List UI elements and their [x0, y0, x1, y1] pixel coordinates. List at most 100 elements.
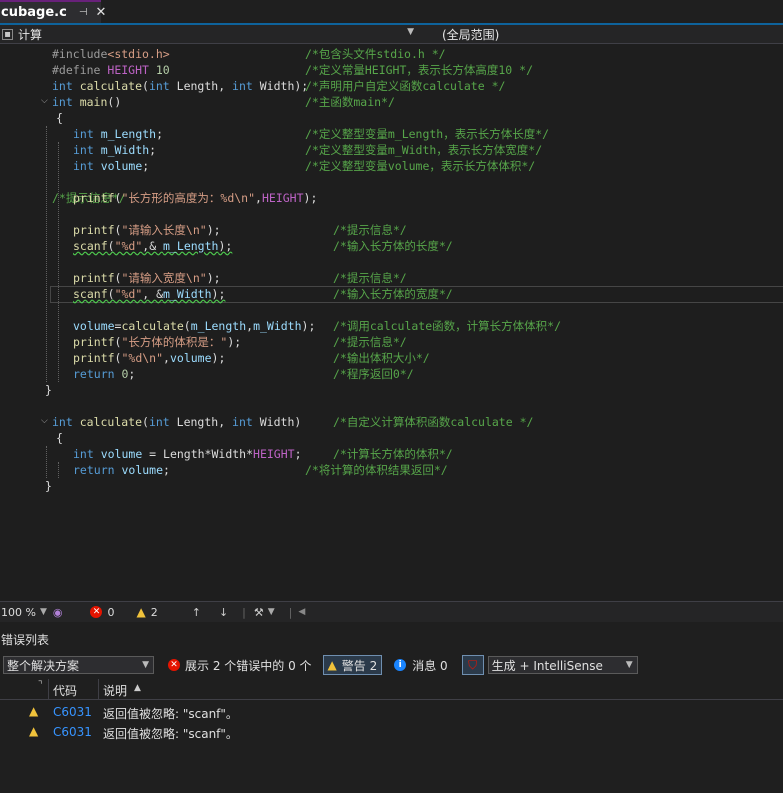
- code-line[interactable]: int m_Width;: [73, 142, 156, 158]
- warning-code-link[interactable]: C6031: [53, 705, 92, 719]
- code-line[interactable]: int calculate(int Length, int Width): [52, 414, 301, 430]
- errors-filter-button[interactable]: ✕ 展示 2 个错误中的 0 个: [168, 655, 312, 675]
- code-line[interactable]: return volume;: [73, 462, 170, 478]
- code-token: (: [142, 79, 149, 93]
- code-token: int: [148, 79, 177, 93]
- code-line[interactable]: int m_Length;: [73, 126, 163, 142]
- fold-collapse-icon[interactable]: ⌵: [41, 96, 48, 106]
- chevron-down-icon: ▼: [625, 660, 633, 670]
- code-line[interactable]: #include<stdio.h>: [52, 46, 170, 62]
- code-token: scanf: [73, 287, 108, 301]
- code-line[interactable]: printf("%d\n",volume);: [73, 350, 225, 366]
- member-scope-label: (全局范围): [442, 27, 500, 42]
- code-token: ;: [294, 447, 302, 461]
- messages-filter-button[interactable]: i 消息 0: [394, 655, 448, 675]
- code-token: (: [107, 239, 115, 253]
- code-token: int: [73, 143, 101, 157]
- code-editor[interactable]: /*包含头文件stdio.h */ #include<stdio.h> /*定义常量…: [0, 44, 783, 600]
- code-line[interactable]: }: [45, 382, 52, 398]
- code-token: m_Width: [100, 143, 150, 157]
- code-line[interactable]: return 0;: [73, 366, 135, 382]
- code-token: return: [73, 463, 122, 477]
- arrow-down-icon[interactable]: ↓: [219, 606, 228, 619]
- warning-count[interactable]: ▲ 2: [136, 605, 157, 619]
- warning-code-link[interactable]: C6031: [53, 725, 92, 739]
- code-token: calculate: [121, 319, 184, 333]
- scroll-left-icon[interactable]: ◀: [298, 607, 305, 617]
- code-token: (: [107, 287, 115, 301]
- code-line[interactable]: }: [45, 478, 52, 494]
- chevron-down-icon[interactable]: ▼: [40, 607, 47, 617]
- close-icon[interactable]: ✕: [96, 5, 107, 20]
- info-icon: i: [394, 659, 407, 671]
- brush-icon[interactable]: ⚒: [254, 606, 264, 619]
- code-line[interactable]: printf("请输入长度\n");: [73, 222, 221, 238]
- table-row[interactable]: ▲ C6031 返回值被忽略: "scanf"。: [0, 722, 783, 742]
- code-comment: /*计算长方体的体积*/: [333, 447, 453, 461]
- intellicode-icon[interactable]: ◉: [53, 606, 63, 619]
- column-description-header[interactable]: 说明: [103, 682, 127, 699]
- warning-icon: ▲: [327, 658, 337, 672]
- code-token: int: [73, 447, 101, 461]
- code-line[interactable]: {: [56, 430, 63, 446]
- code-comment: /*定义整型变量volume，表示长方体体积*/: [305, 159, 536, 173]
- error-count[interactable]: ✕ 0: [90, 606, 114, 619]
- code-line[interactable]: #define HEIGHT 10: [52, 62, 170, 78]
- sort-ascending-icon: ▲: [134, 683, 141, 693]
- code-comment: /*定义整型变量m_Width，表示长方体宽度*/: [305, 143, 543, 157]
- indent-guide: [46, 446, 47, 478]
- member-scope-dropdown[interactable]: (全局范围): [424, 25, 783, 43]
- pin-icon[interactable]: ⊣: [79, 7, 88, 18]
- code-token: m_Width: [163, 287, 212, 301]
- code-token: int: [73, 159, 101, 173]
- code-token: calculate: [79, 415, 143, 429]
- code-comment: /*自定义计算体积函数calculate */: [333, 415, 534, 429]
- fold-collapse-icon[interactable]: ⌵: [41, 416, 48, 426]
- error-list-header: ⌝ 代码 说明 ▲: [0, 679, 783, 700]
- code-line[interactable]: int volume = Length*Width*HEIGHT;: [73, 446, 302, 462]
- code-token: int: [52, 415, 80, 429]
- code-token: int: [232, 79, 260, 93]
- tab-cubage-c[interactable]: cubage.c ⊣ ✕: [0, 0, 106, 23]
- arrow-up-icon[interactable]: ↑: [192, 606, 201, 619]
- warnings-filter-button[interactable]: ▲ 警告 2: [322, 655, 383, 675]
- table-row[interactable]: ▲ C6031 返回值被忽略: "scanf"。: [0, 702, 783, 722]
- code-token: int: [52, 79, 80, 93]
- zoom-level[interactable]: 100 %: [1, 606, 36, 619]
- code-line[interactable]: int main(): [52, 94, 121, 110]
- code-token: m_Length: [163, 239, 219, 253]
- code-token: "%d": [114, 239, 143, 253]
- filter-icon[interactable]: ⛉: [461, 655, 484, 675]
- editor-gutter: [0, 44, 14, 600]
- code-token: "长方形的高度为：%d\n": [121, 191, 256, 205]
- code-line[interactable]: scanf("%d",& m_Length);: [73, 238, 232, 254]
- code-line[interactable]: volume=calculate(m_Length,m_Width);: [73, 318, 315, 334]
- code-token: calculate: [79, 79, 143, 93]
- code-comment: /*输入长方体的长度*/: [333, 239, 453, 253]
- code-token: {: [56, 431, 63, 445]
- chevron-down-icon[interactable]: ▼: [268, 607, 275, 617]
- code-token: #include: [52, 47, 108, 61]
- code-line[interactable]: printf("长方形的高度为：%d\n",HEIGHT);: [73, 190, 317, 206]
- chevron-down-icon: ▼: [407, 27, 414, 37]
- build-filter-dropdown[interactable]: 生成 + IntelliSense ▼: [487, 656, 638, 674]
- code-token: );: [211, 287, 226, 301]
- code-line[interactable]: printf("长方体的体积是：");: [73, 334, 241, 350]
- code-comment: /*定义常量HEIGHT，表示长方体高度10 */: [305, 63, 534, 77]
- code-comment: /*将计算的体积结果返回*/: [305, 463, 448, 477]
- code-token: int: [148, 415, 177, 429]
- code-token: main: [79, 95, 108, 109]
- column-selector-icon[interactable]: ⌝: [38, 680, 43, 691]
- code-line[interactable]: int calculate(int Length, int Width);: [52, 78, 308, 94]
- column-code-header[interactable]: 代码: [53, 682, 77, 699]
- solution-scope-dropdown[interactable]: 整个解决方案 ▼: [3, 656, 154, 674]
- code-line[interactable]: printf("请输入宽度\n");: [73, 270, 221, 286]
- code-token: 10: [148, 63, 170, 77]
- code-line[interactable]: int volume;: [73, 158, 149, 174]
- code-line[interactable]: {: [56, 110, 63, 126]
- project-scope-dropdown[interactable]: ▪ 计算 ▼: [0, 25, 420, 43]
- error-icon: ✕: [90, 606, 103, 618]
- error-list-toolbar: 整个解决方案 ▼ ✕ 展示 2 个错误中的 0 个 ▲ 警告 2 i 消息 0 …: [0, 652, 783, 678]
- code-line[interactable]: scanf("%d", &m_Width);: [73, 286, 225, 302]
- code-token: {: [56, 111, 63, 125]
